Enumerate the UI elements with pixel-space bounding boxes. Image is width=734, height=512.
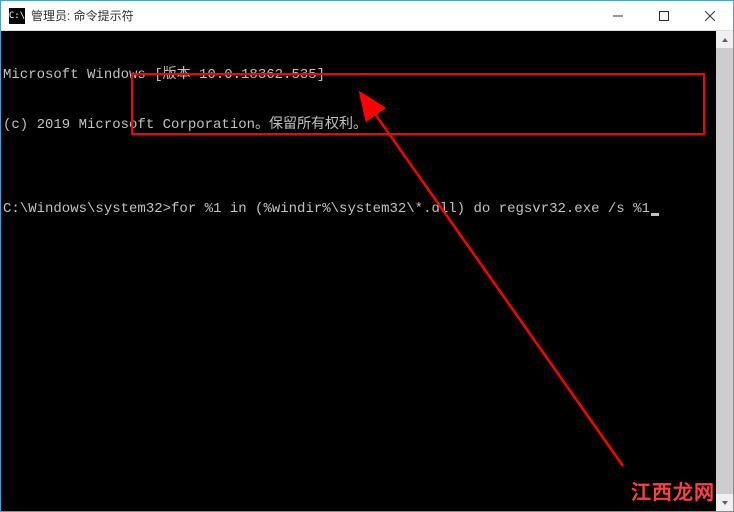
scrollbar-up-button[interactable] bbox=[716, 31, 733, 48]
terminal-command: for %1 in (%windir%\system32\*.dll) do r… bbox=[171, 201, 650, 217]
terminal-body[interactable]: Microsoft Windows [版本 10.0.18362.535] (c… bbox=[1, 31, 733, 511]
window-title: 管理员: 命令提示符 bbox=[31, 7, 595, 24]
command-prompt-window: C:\ 管理员: 命令提示符 Microsoft Windows [版本 10.… bbox=[0, 0, 734, 512]
vertical-scrollbar[interactable] bbox=[716, 31, 733, 511]
window-controls bbox=[595, 1, 733, 30]
minimize-icon bbox=[613, 11, 623, 21]
minimize-button[interactable] bbox=[595, 1, 641, 30]
scrollbar-track[interactable] bbox=[716, 48, 733, 494]
maximize-icon bbox=[659, 11, 669, 21]
scrollbar-thumb[interactable] bbox=[716, 48, 733, 494]
titlebar[interactable]: C:\ 管理员: 命令提示符 bbox=[1, 1, 733, 31]
terminal-line-copyright: (c) 2019 Microsoft Corporation。保留所有权利。 bbox=[3, 117, 733, 134]
watermark-text: 江西龙网 bbox=[631, 481, 715, 505]
annotation-arrow bbox=[1, 31, 733, 511]
terminal-cursor bbox=[651, 213, 659, 216]
chevron-up-icon bbox=[721, 36, 729, 44]
close-button[interactable] bbox=[687, 1, 733, 30]
scrollbar-down-button[interactable] bbox=[716, 494, 733, 511]
terminal-line-version: Microsoft Windows [版本 10.0.18362.535] bbox=[3, 67, 733, 84]
chevron-down-icon bbox=[721, 499, 729, 507]
cmd-icon: C:\ bbox=[9, 8, 25, 24]
close-icon bbox=[705, 11, 715, 21]
terminal-prompt-line: C:\Windows\system32>for %1 in (%windir%\… bbox=[3, 201, 733, 218]
maximize-button[interactable] bbox=[641, 1, 687, 30]
terminal-prompt: C:\Windows\system32> bbox=[3, 201, 171, 217]
